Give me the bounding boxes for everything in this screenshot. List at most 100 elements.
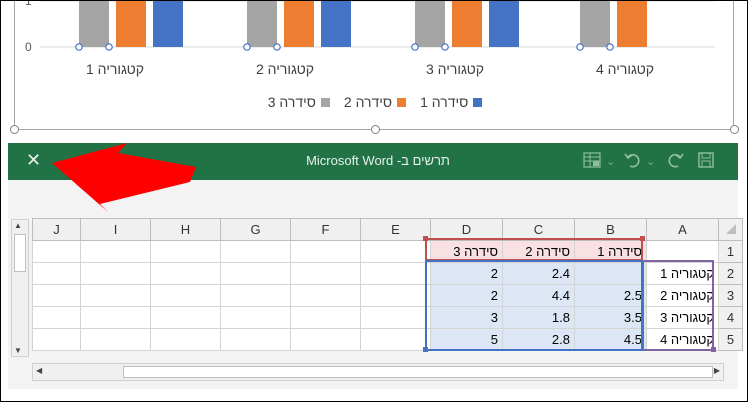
column-header-B[interactable]: B — [574, 218, 647, 241]
cell-C5[interactable]: 2.8 — [502, 328, 575, 351]
cell-E2[interactable] — [360, 262, 431, 285]
cell-D4[interactable]: 3 — [430, 306, 503, 329]
horizontal-scrollbar[interactable]: ◀ ▶ — [32, 363, 724, 381]
cell-G4[interactable] — [220, 306, 291, 329]
scroll-down-icon[interactable]: ▼ — [14, 346, 22, 355]
scroll-up-icon[interactable]: ▲ — [14, 221, 22, 230]
legend-item-series-2[interactable]: סידרה 2 — [344, 93, 407, 111]
cell-E1[interactable] — [360, 240, 431, 263]
bar-selection-handle[interactable] — [411, 43, 419, 51]
row-header-5[interactable]: 5 — [718, 328, 743, 351]
scroll-left-icon[interactable]: ◀ — [36, 366, 42, 375]
bar-selection-handle[interactable] — [576, 43, 584, 51]
redo-icon[interactable] — [666, 152, 684, 173]
cell-J2[interactable] — [32, 262, 81, 285]
cell-G5[interactable] — [220, 328, 291, 351]
resize-handle-bottom-center[interactable] — [371, 125, 380, 134]
cell-F1[interactable] — [290, 240, 361, 263]
bar-2-category-1[interactable] — [617, 0, 647, 47]
cell-B3[interactable]: 2.5 — [574, 284, 647, 307]
spreadsheet-grid[interactable]: J I H G F E D C B A סידרה 3 סידרה 2 סידר… — [32, 218, 743, 351]
column-header-G[interactable]: G — [220, 218, 291, 241]
bar-3-category-4[interactable] — [79, 0, 109, 47]
cell-G3[interactable] — [220, 284, 291, 307]
cell-A5[interactable]: קטגוריה 4 — [646, 328, 719, 351]
bar-3-category-2[interactable] — [415, 0, 445, 47]
cell-A2[interactable]: קטגוריה 1 — [646, 262, 719, 285]
cell-H5[interactable] — [150, 328, 221, 351]
cell-F3[interactable] — [290, 284, 361, 307]
cell-F5[interactable] — [290, 328, 361, 351]
row-header-1[interactable]: 1 — [718, 240, 743, 263]
cell-J4[interactable] — [32, 306, 81, 329]
cell-I4[interactable] — [80, 306, 151, 329]
bar-1-category-2[interactable] — [489, 0, 519, 47]
cell-D1[interactable]: סידרה 3 — [430, 240, 503, 263]
resize-handle-bottom-left[interactable] — [10, 125, 19, 134]
bar-2-category-3[interactable] — [284, 0, 314, 48]
bar-2-category-4[interactable] — [116, 0, 146, 47]
cell-B1[interactable]: סידרה 1 — [574, 240, 647, 263]
vertical-scroll-thumb[interactable] — [14, 234, 26, 272]
bar-selection-handle[interactable] — [105, 43, 113, 51]
cell-H3[interactable] — [150, 284, 221, 307]
cell-H2[interactable] — [150, 262, 221, 285]
cell-I2[interactable] — [80, 262, 151, 285]
column-header-I[interactable]: I — [80, 218, 151, 241]
cell-C4[interactable]: 1.8 — [502, 306, 575, 329]
row-header-3[interactable]: 3 — [718, 284, 743, 307]
cell-C1[interactable]: סידרה 2 — [502, 240, 575, 263]
bar-3-category-1[interactable] — [580, 0, 610, 47]
horizontal-scroll-thumb[interactable] — [123, 366, 713, 378]
select-all-corner[interactable] — [718, 218, 743, 241]
bar-1-category-3[interactable] — [321, 0, 351, 47]
cell-A4[interactable]: קטגוריה 3 — [646, 306, 719, 329]
bar-selection-handle[interactable] — [606, 43, 614, 51]
cell-G2[interactable] — [220, 262, 291, 285]
cell-G1[interactable] — [220, 240, 291, 263]
chart-legend[interactable]: סידרה 1 סידרה 2 סידרה 3 — [0, 93, 750, 111]
column-header-D[interactable]: D — [430, 218, 503, 241]
save-icon[interactable] — [698, 152, 714, 173]
cell-F4[interactable] — [290, 306, 361, 329]
cell-B2[interactable] — [574, 262, 647, 285]
cell-I3[interactable] — [80, 284, 151, 307]
cell-A1[interactable] — [646, 240, 719, 263]
cell-D2[interactable]: 2 — [430, 262, 503, 285]
chart-area[interactable]: 1 0 קטגוריה 4 קטגוריה 3 קטגוריה 2 קטגורי… — [0, 0, 750, 143]
cell-E3[interactable] — [360, 284, 431, 307]
bar-selection-handle[interactable] — [441, 43, 449, 51]
undo-icon[interactable] — [624, 152, 642, 173]
cell-J5[interactable] — [32, 328, 81, 351]
column-header-C[interactable]: C — [502, 218, 575, 241]
cell-H1[interactable] — [150, 240, 221, 263]
cell-D3[interactable]: 2 — [430, 284, 503, 307]
cell-B4[interactable]: 3.5 — [574, 306, 647, 329]
bar-selection-handle[interactable] — [273, 43, 281, 51]
cell-I1[interactable] — [80, 240, 151, 263]
column-header-J[interactable]: J — [32, 218, 81, 241]
column-header-F[interactable]: F — [290, 218, 361, 241]
bar-selection-handle[interactable] — [243, 43, 251, 51]
row-header-4[interactable]: 4 — [718, 306, 743, 329]
cell-C2[interactable]: 2.4 — [502, 262, 575, 285]
cell-J1[interactable] — [32, 240, 81, 263]
edit-data-icon[interactable] — [583, 152, 601, 173]
cell-F2[interactable] — [290, 262, 361, 285]
cell-C3[interactable]: 4.4 — [502, 284, 575, 307]
cell-D5[interactable]: 5 — [430, 328, 503, 351]
chevron-down-icon[interactable]: ⌄ — [606, 155, 615, 168]
column-header-E[interactable]: E — [360, 218, 431, 241]
undo-dropdown-icon[interactable]: ⌄ — [646, 155, 655, 168]
scroll-right-icon[interactable]: ▶ — [714, 366, 720, 375]
bar-selection-handle[interactable] — [75, 43, 83, 51]
resize-handle-bottom-right[interactable] — [730, 125, 739, 134]
cell-B5[interactable]: 4.5 — [574, 328, 647, 351]
legend-item-series-1[interactable]: סידרה 1 — [420, 93, 483, 111]
cell-A3[interactable]: קטגוריה 2 — [646, 284, 719, 307]
bar-chart[interactable] — [0, 0, 750, 60]
column-header-H[interactable]: H — [150, 218, 221, 241]
bar-1-category-4[interactable] — [153, 0, 183, 47]
bar-2-category-2[interactable] — [452, 0, 482, 47]
cell-J3[interactable] — [32, 284, 81, 307]
